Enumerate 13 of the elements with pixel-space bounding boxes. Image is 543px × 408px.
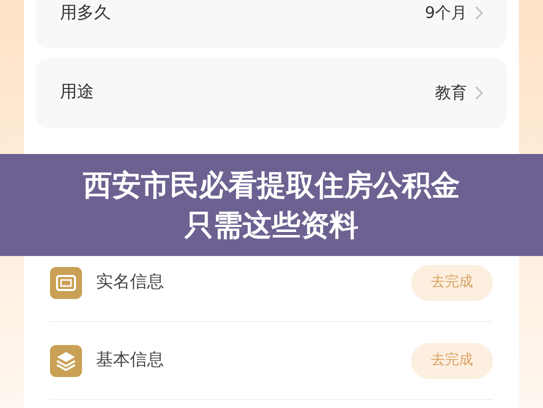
task-label: 基本信息 [96,348,165,372]
chevron-right-icon [475,86,483,100]
setting-label: 用多久 [60,4,111,22]
layers-icon [50,344,82,376]
setting-row[interactable]: 用途 教育 [36,58,507,128]
task-label: 实名信息 [96,270,165,294]
banner-title: 西安市民必看提取住房公积金只需这些资料 [82,167,461,244]
id-card-icon [50,266,82,298]
chevron-right-icon [475,6,483,20]
setting-value: 9个月 [424,5,467,21]
setting-label: 用途 [60,81,94,104]
setting-row[interactable]: 用多久 9个月 [36,0,507,48]
setting-value: 教育 [435,82,467,104]
